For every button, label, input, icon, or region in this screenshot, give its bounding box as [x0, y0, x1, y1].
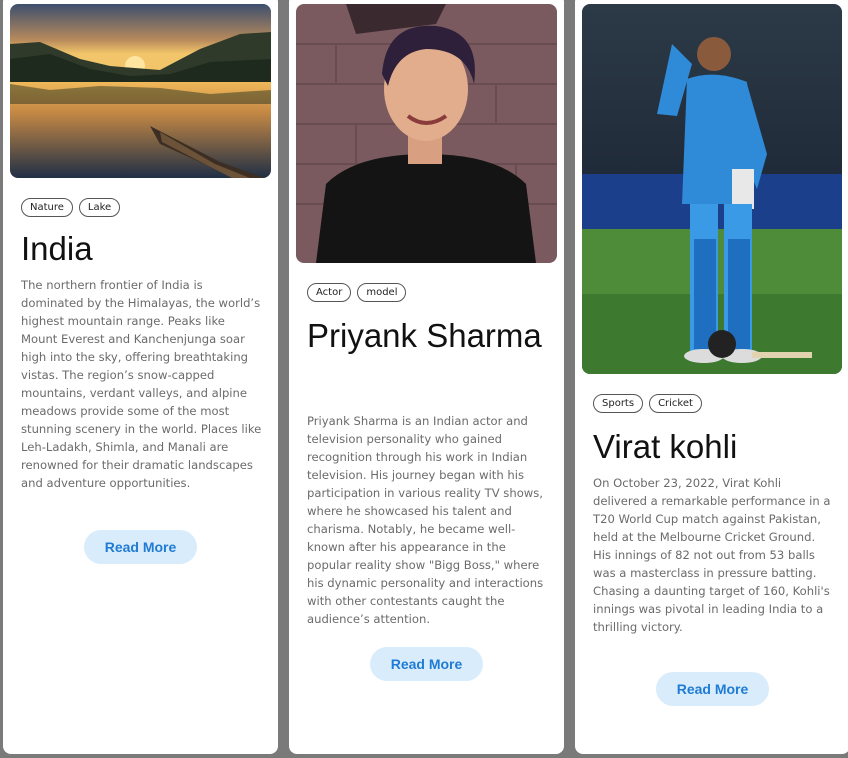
cricketer-image: [582, 4, 842, 374]
tag-badge[interactable]: Actor: [307, 283, 352, 302]
lake-landscape-image: [10, 4, 271, 178]
tag-badge[interactable]: Nature: [21, 198, 73, 217]
card-virat-kohli: Sports Cricket Virat kohli On October 23…: [575, 0, 848, 754]
card-description: Priyank Sharma is an Indian actor and te…: [307, 414, 544, 626]
tag-badge[interactable]: Sports: [593, 394, 644, 413]
tag-list: Nature Lake: [21, 198, 121, 217]
tag-list: Actor model: [307, 283, 407, 302]
tag-badge[interactable]: model: [357, 283, 407, 302]
card-priyank-sharma: Actor model Priyank Sharma Priyank Sharm…: [289, 0, 564, 754]
tag-list: Sports Cricket: [593, 394, 702, 413]
read-more-button[interactable]: Read More: [656, 672, 769, 706]
card-title: Priyank Sharma: [307, 317, 542, 354]
card-title: Virat kohli: [593, 428, 738, 465]
card-description: The northern frontier of India is domina…: [21, 278, 262, 490]
read-more-button[interactable]: Read More: [370, 647, 483, 681]
portrait-image: [296, 4, 557, 263]
card-title: India: [21, 230, 93, 267]
tag-badge[interactable]: Lake: [78, 198, 121, 217]
card-india: Nature Lake India The northern frontier …: [3, 0, 278, 754]
read-more-button[interactable]: Read More: [84, 530, 197, 564]
card-description: On October 23, 2022, Virat Kohli deliver…: [593, 476, 831, 634]
tag-badge[interactable]: Cricket: [649, 394, 702, 413]
